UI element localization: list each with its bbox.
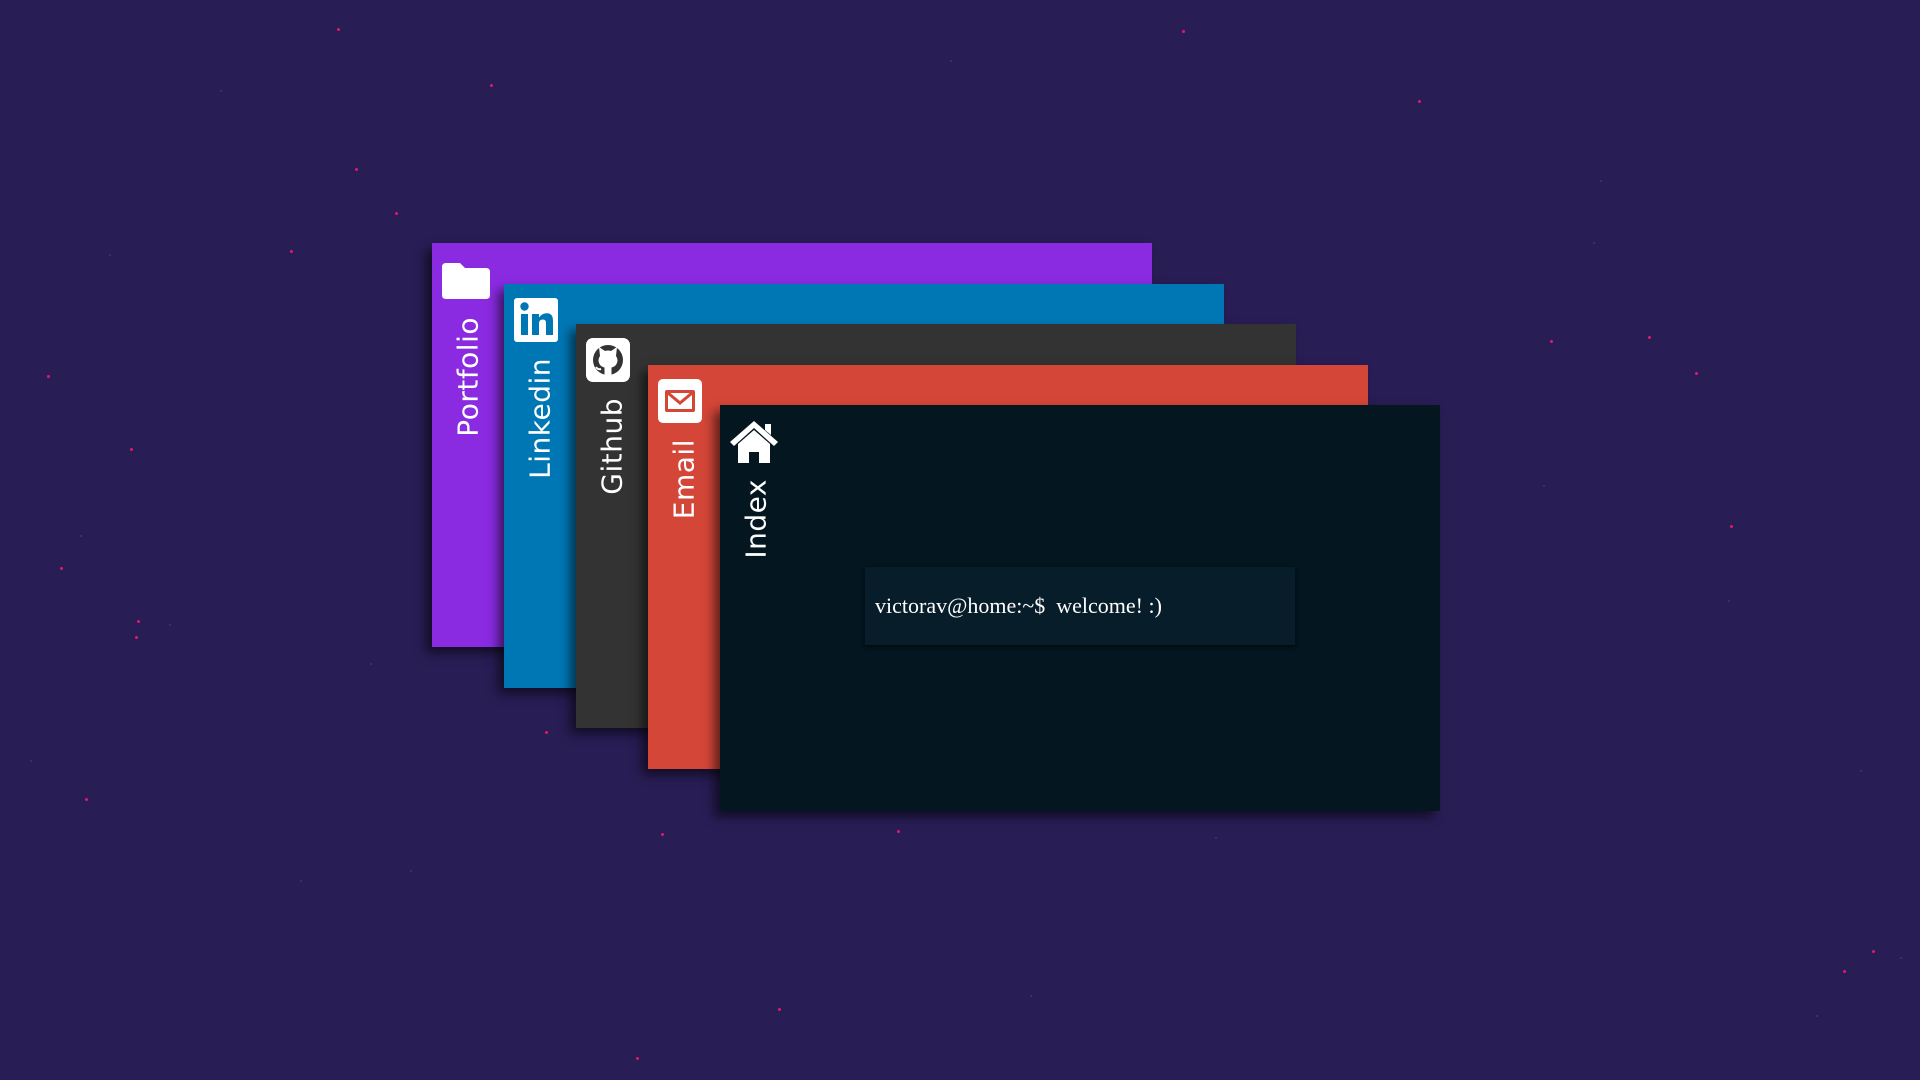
linkedin-label: Linkedin	[523, 358, 557, 479]
star-dot	[545, 731, 548, 734]
star-dot	[30, 760, 32, 762]
star-dot	[220, 90, 222, 92]
star-dot	[1728, 600, 1730, 602]
star-dot	[636, 1057, 639, 1060]
star-dot	[300, 880, 302, 882]
star-dot	[137, 620, 140, 623]
portfolio-tab[interactable]: Portfolio	[432, 243, 504, 647]
star-dot	[1695, 372, 1698, 375]
star-dot	[1843, 970, 1846, 973]
star-dot	[85, 798, 88, 801]
star-dot	[1816, 1015, 1818, 1017]
star-dot	[778, 1008, 781, 1011]
star-dot	[60, 567, 63, 570]
star-dot	[1600, 180, 1602, 182]
index-label: Index	[739, 479, 773, 559]
star-dot	[1900, 957, 1902, 959]
star-dot	[1730, 525, 1733, 528]
star-dot	[1030, 995, 1032, 997]
star-dot	[490, 84, 493, 87]
star-dot	[950, 60, 952, 62]
portfolio-label: Portfolio	[451, 317, 485, 437]
terminal-window: victorav@home:~$ welcome! :)	[865, 567, 1295, 645]
star-dot	[355, 168, 358, 171]
folder-icon	[442, 263, 490, 299]
terminal-prompt: victorav@home:~$	[875, 593, 1046, 618]
star-dot	[370, 663, 372, 665]
index-card[interactable]: Index victorav@home:~$ welcome! :)	[720, 405, 1440, 811]
star-dot	[1182, 30, 1185, 33]
terminal-message: welcome! :)	[1056, 593, 1162, 618]
github-tab[interactable]: Github	[576, 324, 648, 728]
star-dot	[410, 870, 412, 872]
email-tab[interactable]: Email	[648, 365, 720, 769]
star-dot	[109, 254, 111, 256]
star-dot	[395, 212, 398, 215]
star-dot	[1550, 340, 1553, 343]
star-dot	[897, 830, 900, 833]
star-dot	[135, 636, 138, 639]
star-dot	[130, 448, 133, 451]
star-dot	[661, 833, 664, 836]
index-tab[interactable]: Index	[720, 405, 792, 811]
github-label: Github	[595, 398, 629, 495]
linkedin-icon	[514, 298, 558, 342]
star-dot	[337, 28, 340, 31]
star-dot	[1543, 485, 1545, 487]
star-dot	[1872, 950, 1875, 953]
star-dot	[1418, 100, 1421, 103]
star-dot	[1860, 770, 1862, 772]
home-icon	[730, 421, 778, 463]
github-icon	[586, 338, 630, 382]
envelope-icon	[658, 379, 702, 423]
terminal-line: victorav@home:~$ welcome! :)	[875, 593, 1162, 619]
star-dot	[1593, 242, 1595, 244]
linkedin-tab[interactable]: Linkedin	[504, 284, 576, 688]
star-dot	[1215, 837, 1217, 839]
email-label: Email	[667, 439, 701, 520]
star-dot	[290, 250, 293, 253]
star-dot	[47, 375, 50, 378]
star-dot	[1648, 336, 1651, 339]
star-dot	[80, 535, 82, 537]
star-dot	[169, 624, 171, 626]
